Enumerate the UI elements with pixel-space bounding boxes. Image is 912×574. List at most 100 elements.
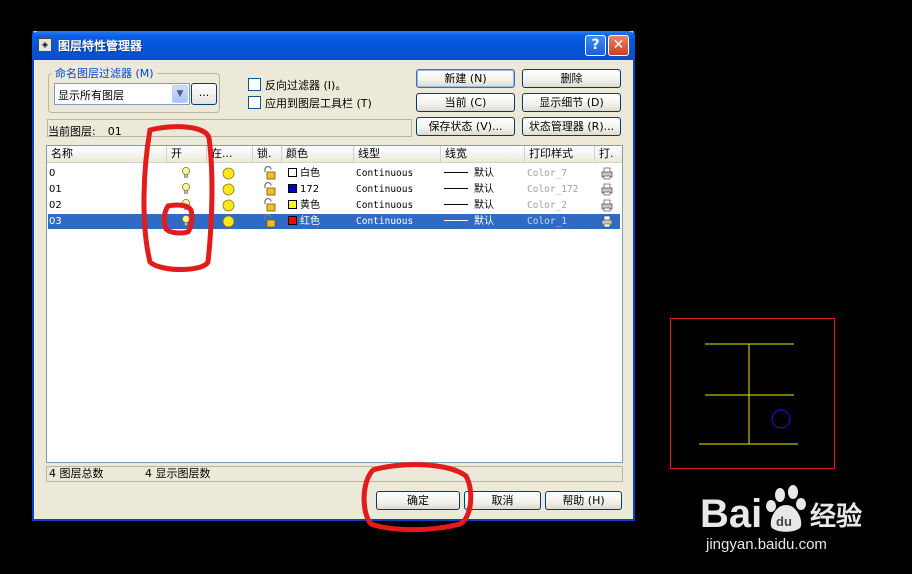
lineweight-value: 默认 (474, 216, 494, 227)
current-layer-label: 当前图层: (48, 125, 96, 138)
lineweight-sample (444, 188, 468, 189)
save-state-button[interactable]: 保存状态 (V)... (416, 117, 515, 136)
lineweight-value: 默认 (474, 168, 494, 179)
lightbulb-icon[interactable] (181, 214, 191, 228)
svg-text:经验: 经验 (810, 501, 862, 531)
state-manager-button[interactable]: 状态管理器 (R)... (522, 117, 621, 136)
chevron-down-icon[interactable]: ▼ (172, 85, 188, 103)
drawing-preview (699, 343, 798, 445)
cancel-button[interactable]: 取消 (464, 491, 541, 510)
unlock-icon[interactable] (262, 165, 276, 180)
color-swatch (288, 168, 297, 177)
color-name: 172 (300, 184, 320, 195)
lineweight-sample (444, 204, 468, 205)
delete-layer-button[interactable]: 删除 (522, 69, 621, 88)
list-header: 名称 开 在... 锁. 颜色 线型 线宽 打印样式 打. (47, 146, 622, 163)
lineweight-value: 默认 (474, 184, 494, 195)
total-layers: 4 图层总数 (49, 467, 104, 480)
column-color[interactable]: 颜色 (281, 146, 353, 163)
printer-icon[interactable] (600, 198, 614, 212)
help-button[interactable]: 帮助 (H) (545, 491, 622, 510)
ok-button[interactable]: 确定 (376, 491, 460, 510)
filter-selected-value: 显示所有图层 (58, 89, 124, 102)
layer-plot-style: Color_172 (527, 184, 579, 195)
filter-combobox[interactable]: 显示所有图层 ▼ (54, 83, 190, 105)
column-on[interactable]: 开 (166, 146, 206, 163)
window-title: 图层特性管理器 (58, 39, 143, 53)
current-layer: 当前图层: 01 (48, 123, 122, 139)
close-button[interactable]: ✕ (608, 35, 629, 56)
set-current-button[interactable]: 当前 (C) (416, 93, 515, 112)
layer-plot-style: Color_2 (527, 200, 568, 211)
apply-to-toolbar-label: 应用到图层工具栏 (T) (265, 97, 372, 110)
sun-freeze-icon[interactable] (222, 215, 235, 228)
layer-lineweight[interactable]: 默认 (444, 167, 524, 180)
unlock-icon[interactable] (262, 181, 276, 196)
layer-lineweight[interactable]: 默认 (444, 183, 524, 196)
column-freeze[interactable]: 在... (206, 146, 252, 163)
invert-filter-label: 反向过滤器 (I)。 (265, 79, 347, 92)
column-linetype[interactable]: 线型 (353, 146, 440, 163)
svg-text:Bai: Bai (700, 492, 762, 536)
lightbulb-icon[interactable] (181, 198, 191, 212)
column-lock[interactable]: 锁. (252, 146, 281, 163)
invert-filter-checkbox[interactable] (248, 78, 261, 91)
printer-icon[interactable] (600, 182, 614, 196)
sun-freeze-icon[interactable] (222, 167, 235, 180)
lightbulb-icon[interactable] (181, 166, 191, 180)
layer-linetype[interactable]: Continuous (356, 199, 440, 212)
title-bar[interactable]: ◈ 图层特性管理器 ? ✕ (32, 31, 635, 60)
layer-lineweight[interactable]: 默认 (444, 199, 524, 212)
unlock-icon[interactable] (262, 213, 276, 228)
layer-row[interactable]: 02 黄色 Continuous 默认 Color_2 (48, 197, 620, 213)
layer-properties-dialog: ◈ 图层特性管理器 ? ✕ 命名图层过滤器 (M) 显示所有图层 ▼ ... 反… (32, 31, 635, 521)
color-swatch (288, 200, 297, 209)
layer-color[interactable]: 红色 (288, 215, 350, 228)
layer-lineweight[interactable]: 默认 (444, 215, 524, 228)
lineweight-value: 默认 (474, 200, 494, 211)
layer-plot-style: Color_1 (527, 216, 568, 227)
preview-circle (771, 409, 791, 429)
new-layer-button[interactable]: 新建 (N) (416, 69, 515, 88)
layer-linetype[interactable]: Continuous (356, 167, 440, 180)
layer-color[interactable]: 黄色 (288, 199, 350, 212)
layer-name: 03 (49, 216, 62, 227)
color-name: 红色 (300, 216, 320, 227)
layer-name: 02 (49, 200, 62, 211)
lineweight-sample (444, 220, 468, 221)
layer-linetype[interactable]: Continuous (356, 215, 440, 228)
lightbulb-icon[interactable] (181, 182, 191, 196)
printer-icon[interactable] (600, 166, 614, 180)
column-lineweight[interactable]: 线宽 (440, 146, 524, 163)
color-name: 黄色 (300, 200, 320, 211)
sun-freeze-icon[interactable] (222, 199, 235, 212)
layer-row[interactable]: 01 172 Continuous 默认 Color_172 (48, 181, 620, 197)
layer-linetype[interactable]: Continuous (356, 183, 440, 196)
sun-freeze-icon[interactable] (222, 183, 235, 196)
layer-row[interactable]: 0 白色 Continuous 默认 Color_7 (48, 165, 620, 181)
apply-to-toolbar-checkbox[interactable] (248, 96, 261, 109)
layer-color[interactable]: 172 (288, 183, 350, 196)
watermark-url: jingyan.baidu.com (706, 536, 827, 553)
shown-layers: 4 显示图层数 (145, 467, 211, 480)
color-swatch (288, 216, 297, 225)
unlock-icon[interactable] (262, 197, 276, 212)
color-swatch (288, 184, 297, 193)
show-details-button[interactable]: 显示细节 (D) (522, 93, 621, 112)
layer-row[interactable]: 03 红色 Continuous 默认 Color_1 (48, 213, 620, 229)
filter-group-label: 命名图层过滤器 (M) (52, 65, 157, 81)
layer-list[interactable]: 名称 开 在... 锁. 颜色 线型 线宽 打印样式 打. 0 白色 Continu… (46, 145, 623, 463)
help-title-button[interactable]: ? (585, 35, 606, 56)
layer-name: 01 (49, 184, 62, 195)
printer-icon[interactable] (600, 214, 614, 228)
column-plot-style[interactable]: 打印样式 (524, 146, 594, 163)
lineweight-sample (444, 172, 468, 173)
app-icon: ◈ (38, 38, 52, 52)
drawing-preview-frame (670, 318, 835, 469)
filter-browse-button[interactable]: ... (191, 83, 217, 105)
column-name[interactable]: 名称 (47, 146, 166, 163)
column-plot[interactable]: 打. (594, 146, 622, 163)
layer-name: 0 (49, 168, 56, 179)
layer-plot-style: Color_7 (527, 168, 568, 179)
layer-color[interactable]: 白色 (288, 167, 350, 180)
